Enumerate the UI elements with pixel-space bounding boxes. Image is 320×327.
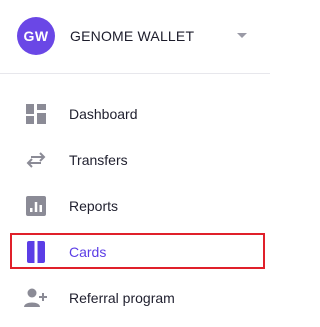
sidebar-item-dashboard[interactable]: Dashboard [0,94,270,134]
sidebar-item-label: Referral program [69,290,175,306]
divider [0,73,270,74]
account-switcher[interactable]: GW GENOME WALLET [0,0,270,72]
sidebar-item-label: Dashboard [69,106,138,122]
sidebar-item-transfers[interactable]: Transfers [0,140,270,180]
add-user-icon [24,286,48,310]
card-icon [24,240,48,264]
sidebar-item-label: Reports [69,198,119,214]
chevron-down-icon[interactable] [237,33,247,38]
avatar-initials: GW [23,28,49,44]
avatar: GW [17,17,55,55]
account-name: GENOME WALLET [70,28,195,44]
sidebar-item-reports[interactable]: Reports [0,186,270,226]
dashboard-icon [24,102,48,126]
sidebar-item-label: Cards [69,244,107,260]
sidebar-item-cards[interactable]: Cards [0,232,270,272]
transfer-arrows-icon [24,148,48,172]
sidebar-item-label: Transfers [69,152,128,168]
sidebar-item-referral-program[interactable]: Referral program [0,278,270,318]
bar-chart-icon [24,194,48,218]
